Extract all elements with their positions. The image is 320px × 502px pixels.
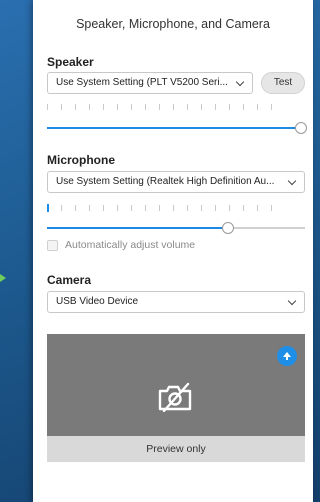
camera-preview: Preview only	[47, 334, 305, 462]
level-tick	[229, 104, 230, 110]
auto-adjust-volume-label: Automatically adjust volume	[65, 239, 196, 251]
chevron-down-icon	[235, 77, 245, 87]
level-tick	[131, 205, 132, 211]
camera-dropdown[interactable]: USB Video Device	[47, 291, 305, 313]
level-tick	[229, 205, 230, 211]
speaker-level-meter	[47, 104, 272, 110]
slider-fill	[47, 127, 300, 129]
level-tick	[61, 205, 62, 211]
level-tick	[131, 104, 132, 110]
level-tick	[257, 205, 258, 211]
level-tick	[47, 104, 48, 110]
level-tick	[103, 205, 104, 211]
chevron-down-icon	[287, 176, 297, 186]
level-tick	[47, 204, 49, 212]
camera-label: Camera	[47, 273, 92, 287]
level-tick	[201, 205, 202, 211]
level-tick	[201, 104, 202, 110]
speaker-label: Speaker	[47, 55, 94, 69]
microphone-level-meter	[47, 204, 272, 212]
level-tick	[243, 104, 244, 110]
speaker-device-value: Use System Setting (PLT V5200 Seri...	[56, 77, 228, 88]
level-tick	[187, 205, 188, 211]
panel-title: Speaker, Microphone, and Camera	[76, 17, 270, 31]
level-tick	[187, 104, 188, 110]
speaker-dropdown[interactable]: Use System Setting (PLT V5200 Seri...	[47, 72, 253, 94]
audio-video-settings-panel: Speaker, Microphone, and Camera Speaker …	[33, 0, 313, 502]
microphone-volume-slider[interactable]	[47, 222, 305, 234]
level-tick	[89, 104, 90, 110]
slider-fill	[47, 227, 227, 229]
camera-off-icon	[158, 382, 192, 412]
auto-adjust-volume-checkbox[interactable]	[47, 240, 58, 251]
flyout-anchor-arrow	[0, 274, 6, 282]
level-tick	[173, 104, 174, 110]
preview-caption: Preview only	[47, 436, 305, 462]
level-tick	[271, 205, 272, 211]
slider-thumb[interactable]	[221, 222, 234, 234]
level-tick	[145, 104, 146, 110]
level-tick	[215, 205, 216, 211]
level-tick	[75, 104, 76, 110]
level-tick	[89, 205, 90, 211]
level-tick	[117, 205, 118, 211]
chevron-down-icon	[287, 296, 297, 306]
level-tick	[159, 104, 160, 110]
microphone-dropdown[interactable]: Use System Setting (Realtek High Definit…	[47, 171, 305, 193]
level-tick	[159, 205, 160, 211]
microphone-label: Microphone	[47, 153, 115, 167]
pin-icon[interactable]	[277, 346, 297, 366]
camera-device-value: USB Video Device	[56, 296, 139, 307]
level-tick	[61, 104, 62, 110]
level-tick	[145, 205, 146, 211]
level-tick	[173, 205, 174, 211]
level-tick	[257, 104, 258, 110]
level-tick	[103, 104, 104, 110]
speaker-test-button[interactable]: Test	[261, 72, 305, 94]
level-tick	[75, 205, 76, 211]
level-tick	[215, 104, 216, 110]
speaker-volume-slider[interactable]	[47, 122, 307, 134]
level-tick	[243, 205, 244, 211]
level-tick	[117, 104, 118, 110]
level-tick	[271, 104, 272, 110]
slider-thumb[interactable]	[295, 122, 307, 134]
microphone-device-value: Use System Setting (Realtek High Definit…	[56, 176, 275, 187]
